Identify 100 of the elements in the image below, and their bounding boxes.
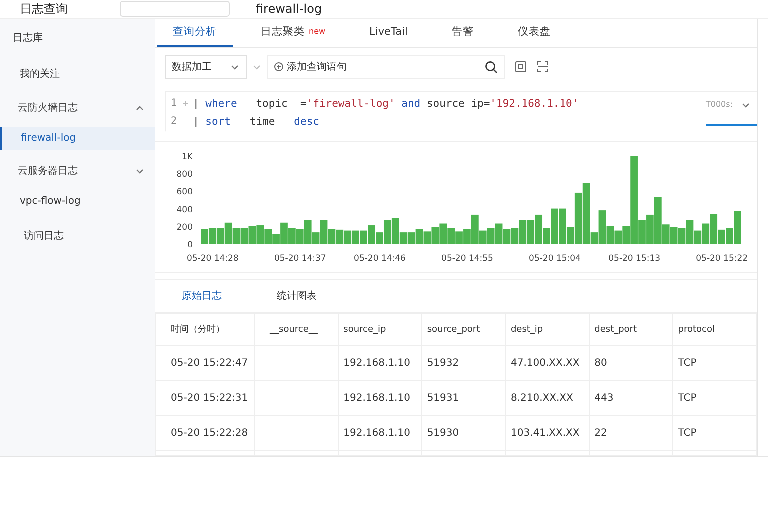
bar[interactable] (360, 230, 368, 244)
sidebar-item[interactable]: vpc-flow-log (0, 190, 155, 213)
mode-dropdown[interactable]: 数据加工 (165, 55, 247, 80)
bar[interactable] (336, 230, 344, 244)
bar[interactable] (638, 220, 646, 244)
table-cell: 192.168.1.10 (338, 346, 422, 380)
query-editor[interactable]: 1 | where __topic__='firewall-log' and source_ip='192.168.1.10' 2 | sort __time__ desc T000s: (165, 90, 757, 133)
add-query-button[interactable]: 添加查询语句 (274, 60, 347, 74)
bar[interactable] (232, 228, 240, 244)
bar[interactable] (448, 228, 455, 244)
table-cell: 51930 (422, 416, 506, 450)
bar[interactable] (296, 229, 304, 244)
tab[interactable]: 统计图表 (250, 289, 345, 303)
bar[interactable] (384, 220, 392, 244)
bar[interactable] (464, 229, 471, 244)
bar[interactable] (686, 220, 694, 244)
bar[interactable] (479, 230, 487, 244)
bar[interactable] (622, 226, 630, 244)
sidebar-item[interactable]: firewall-log (0, 127, 155, 150)
bar[interactable] (718, 230, 726, 244)
axis-label: 05-20 14:28 (186, 254, 239, 264)
sidebar-item[interactable]: 我的关注 (0, 61, 155, 87)
bar[interactable] (559, 208, 566, 244)
bar[interactable] (598, 210, 606, 244)
bar[interactable] (280, 222, 288, 244)
bar[interactable] (256, 226, 264, 244)
column-header: dest_port (589, 314, 673, 346)
bar[interactable] (543, 228, 550, 244)
bar[interactable] (432, 227, 440, 244)
table-cell: 8.210.XX.XX (505, 380, 590, 416)
bar[interactable] (424, 232, 432, 244)
bar[interactable] (662, 224, 670, 244)
bar[interactable] (535, 214, 542, 244)
bar[interactable] (734, 211, 742, 244)
bar[interactable] (654, 197, 662, 244)
table-cell: 05-20 15:22:47 (156, 346, 254, 380)
bar[interactable] (416, 229, 424, 244)
bar[interactable] (240, 228, 248, 244)
project-dropdown[interactable] (120, 1, 230, 17)
bar[interactable] (702, 224, 710, 244)
bar[interactable] (614, 230, 622, 244)
bar[interactable] (495, 224, 503, 244)
bar[interactable] (344, 230, 352, 244)
bar[interactable] (264, 229, 272, 244)
bar[interactable] (312, 232, 320, 244)
tab[interactable]: 告警 (436, 19, 490, 47)
bar[interactable] (288, 228, 296, 244)
bar[interactable] (678, 228, 686, 244)
code-line: | where __topic__='firewall-log' and source_ip='192.168.1.10' (192, 98, 579, 110)
bar[interactable] (408, 232, 416, 244)
bar[interactable] (320, 220, 328, 244)
bar[interactable] (216, 228, 224, 244)
bar[interactable] (670, 227, 678, 244)
bar[interactable] (630, 156, 638, 244)
bar[interactable] (487, 228, 495, 244)
bar[interactable] (606, 226, 614, 244)
bar[interactable] (582, 183, 590, 244)
bar[interactable] (511, 228, 519, 244)
bar[interactable] (376, 232, 384, 244)
bar[interactable] (710, 214, 718, 244)
table-cell: 192.168.1.10 (338, 416, 422, 450)
bar[interactable] (368, 226, 376, 244)
bar[interactable] (519, 220, 527, 244)
column-header: __source__ (254, 314, 338, 346)
bar[interactable] (201, 229, 208, 244)
sidebar-group[interactable]: 云服务器日志 (0, 160, 155, 182)
sidebar-group[interactable]: 云防火墙日志 (0, 97, 155, 119)
bar[interactable] (503, 229, 511, 244)
tab[interactable]: 日志聚类 new (245, 19, 342, 47)
tab[interactable]: 仪表盘 (502, 19, 567, 47)
bar[interactable] (400, 232, 408, 244)
bar[interactable] (272, 234, 280, 244)
bar[interactable] (694, 230, 702, 244)
bar[interactable] (224, 222, 232, 244)
bar[interactable] (392, 218, 400, 244)
plus-circle-icon (274, 62, 284, 72)
tab[interactable]: 原始日志 (155, 289, 250, 303)
bar[interactable] (726, 228, 734, 244)
bar[interactable] (304, 220, 312, 244)
bar[interactable] (590, 232, 598, 244)
bar[interactable] (328, 229, 336, 244)
bar[interactable] (440, 224, 448, 244)
tab[interactable]: LiveTail (354, 19, 424, 47)
bar[interactable] (208, 228, 216, 244)
bar[interactable] (248, 226, 256, 244)
bar[interactable] (646, 214, 654, 244)
bar[interactable] (527, 220, 535, 244)
bar[interactable] (566, 227, 574, 244)
bar[interactable] (472, 214, 479, 244)
column-header: dest_ip (505, 314, 590, 346)
query-field[interactable]: 添加查询语句 (267, 55, 505, 80)
column-header: 时间（分时） (156, 314, 254, 346)
axis-label: 05-20 15:04 (529, 254, 581, 264)
axis-label: 05-20 14:55 (442, 254, 494, 264)
bar[interactable] (456, 232, 463, 244)
bar[interactable] (352, 230, 360, 244)
bar[interactable] (574, 192, 582, 244)
sidebar-item[interactable]: 访问日志 (0, 223, 155, 249)
tab[interactable]: 查询分析 (157, 19, 233, 47)
bar[interactable] (551, 208, 558, 244)
